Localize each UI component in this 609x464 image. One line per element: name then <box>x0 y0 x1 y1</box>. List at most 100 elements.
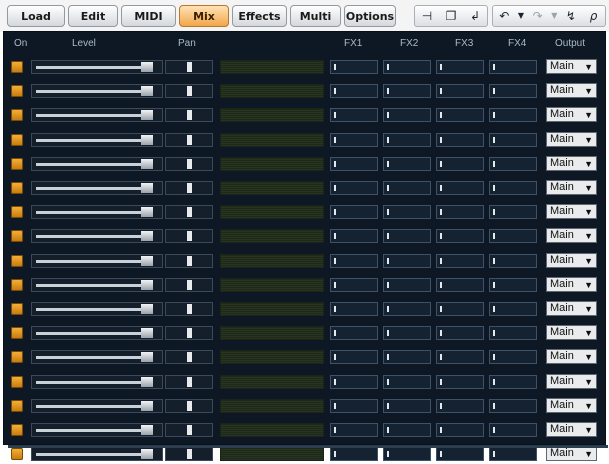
level-slider[interactable] <box>31 132 163 147</box>
output-select[interactable]: Main ▼ <box>546 422 597 437</box>
fx2-send-handle[interactable] <box>387 451 389 458</box>
fx1-send[interactable] <box>330 447 378 462</box>
fx3-send-handle[interactable] <box>440 281 442 288</box>
fx4-send[interactable] <box>489 302 537 316</box>
fx2-send-handle[interactable] <box>387 378 389 385</box>
fx3-send[interactable] <box>436 277 484 292</box>
fx4-send-handle[interactable] <box>493 64 495 70</box>
fx3-send[interactable] <box>436 229 484 244</box>
fx4-send-handle[interactable] <box>493 136 495 143</box>
tab-options[interactable]: Options <box>344 5 396 27</box>
fx2-send[interactable] <box>383 156 431 171</box>
fx4-send[interactable] <box>489 181 537 195</box>
fx2-send[interactable] <box>383 302 431 316</box>
fx2-send[interactable] <box>383 205 431 220</box>
channel-on-toggle[interactable] <box>11 61 23 73</box>
pan-slider-handle[interactable] <box>187 328 192 339</box>
fx1-send-handle[interactable] <box>334 330 336 337</box>
fx1-send-handle[interactable] <box>334 160 336 167</box>
fx4-send-handle[interactable] <box>493 88 495 95</box>
fx3-send-handle[interactable] <box>440 378 442 385</box>
fx1-send[interactable] <box>330 302 378 316</box>
fx1-send[interactable] <box>330 60 378 74</box>
pan-slider-handle[interactable] <box>187 304 192 314</box>
fx1-send-handle[interactable] <box>334 402 336 409</box>
level-slider[interactable] <box>31 205 163 220</box>
fx3-send-handle[interactable] <box>440 136 442 143</box>
channel-on-toggle[interactable] <box>11 375 23 388</box>
fx3-send[interactable] <box>436 423 484 437</box>
level-slider[interactable] <box>31 326 163 341</box>
output-select[interactable]: Main ▼ <box>546 180 597 195</box>
pan-slider-handle[interactable] <box>187 255 192 266</box>
channel-on-toggle[interactable] <box>11 109 23 122</box>
output-select[interactable]: Main ▼ <box>546 155 597 171</box>
level-slider[interactable] <box>31 374 163 389</box>
fx3-send-handle[interactable] <box>440 402 442 409</box>
pan-slider[interactable] <box>165 156 213 171</box>
fx2-send[interactable] <box>383 132 431 147</box>
level-slider-handle[interactable] <box>141 183 153 193</box>
fx2-send[interactable] <box>383 447 431 462</box>
output-select[interactable]: Main ▼ <box>546 373 597 389</box>
pan-slider[interactable] <box>165 84 213 99</box>
fx4-send[interactable] <box>489 205 537 220</box>
fx2-send-handle[interactable] <box>387 281 389 288</box>
pan-slider-handle[interactable] <box>187 231 192 242</box>
pan-slider[interactable] <box>165 447 213 462</box>
channel-on-toggle[interactable] <box>11 182 23 194</box>
channel-on-toggle[interactable] <box>11 278 23 291</box>
channel-on-toggle[interactable] <box>11 327 23 340</box>
fx3-send-handle[interactable] <box>440 112 442 119</box>
level-slider-handle[interactable] <box>141 134 153 145</box>
fx3-send[interactable] <box>436 132 484 147</box>
pan-slider-handle[interactable] <box>187 86 192 97</box>
fx4-send[interactable] <box>489 229 537 244</box>
channel-on-toggle[interactable] <box>11 230 23 243</box>
fx1-send-handle[interactable] <box>334 112 336 119</box>
zoom-icon[interactable]: ρ <box>584 6 604 26</box>
fx1-send-handle[interactable] <box>334 185 336 191</box>
fx4-send-handle[interactable] <box>493 257 495 264</box>
pan-slider-handle[interactable] <box>187 449 192 460</box>
level-slider[interactable] <box>31 60 163 74</box>
channel-on-toggle[interactable] <box>11 351 23 364</box>
fx3-send[interactable] <box>436 156 484 171</box>
level-slider[interactable] <box>31 277 163 292</box>
fx3-send[interactable] <box>436 326 484 341</box>
output-select[interactable]: Main ▼ <box>546 276 597 292</box>
level-slider[interactable] <box>31 108 163 123</box>
fx1-send-handle[interactable] <box>334 136 336 143</box>
fx3-send-handle[interactable] <box>440 451 442 458</box>
fx3-send[interactable] <box>436 398 484 413</box>
level-slider-handle[interactable] <box>141 449 153 460</box>
level-slider-handle[interactable] <box>141 110 153 121</box>
fx1-send-handle[interactable] <box>334 64 336 70</box>
fx1-send-handle[interactable] <box>334 233 336 240</box>
fx4-send-handle[interactable] <box>493 112 495 119</box>
fx1-send-handle[interactable] <box>334 427 336 433</box>
fx3-send[interactable] <box>436 181 484 195</box>
fx1-send[interactable] <box>330 84 378 99</box>
fx3-send-handle[interactable] <box>440 209 442 216</box>
fx4-send[interactable] <box>489 326 537 341</box>
fx2-send-handle[interactable] <box>387 136 389 143</box>
fx2-send[interactable] <box>383 181 431 195</box>
copy-icon[interactable]: ❐ <box>441 6 461 26</box>
fx1-send[interactable] <box>330 350 378 365</box>
fx1-send[interactable] <box>330 229 378 244</box>
pan-slider-handle[interactable] <box>187 376 192 387</box>
fx1-send[interactable] <box>330 398 378 413</box>
fx2-send[interactable] <box>383 108 431 123</box>
pan-slider[interactable] <box>165 423 213 437</box>
fx3-send-handle[interactable] <box>440 354 442 361</box>
insert-icon[interactable]: ⊣ <box>417 6 437 26</box>
pan-slider[interactable] <box>165 374 213 389</box>
fx2-send-handle[interactable] <box>387 64 389 70</box>
channel-on-toggle[interactable] <box>11 254 23 267</box>
fx3-send-handle[interactable] <box>440 233 442 240</box>
fx1-send-handle[interactable] <box>334 306 336 312</box>
level-slider[interactable] <box>31 229 163 244</box>
tab-mix[interactable]: Mix <box>179 5 229 27</box>
pan-slider[interactable] <box>165 60 213 74</box>
